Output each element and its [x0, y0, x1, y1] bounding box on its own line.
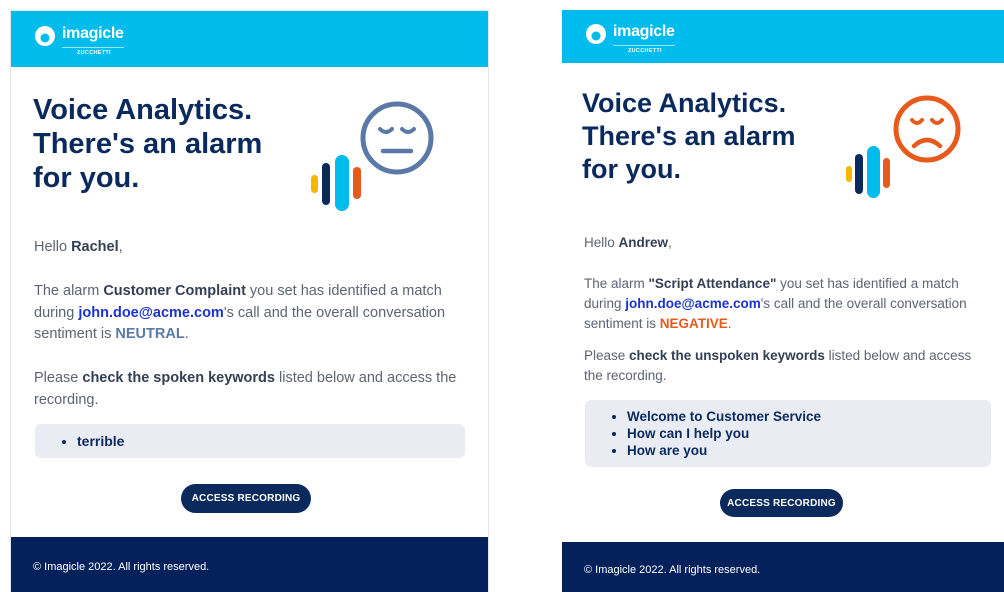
imagicle-logo[interactable]: imagicle ZUCCHETTI [586, 21, 706, 55]
keyword-item: terrible [77, 433, 465, 449]
email-card-neutral: imagicle ZUCCHETTI Voice Analytics. Ther… [10, 10, 489, 592]
alarm-name: "Script Attendance" [648, 276, 777, 291]
instruction-paragraph: Please check the spoken keywords listed … [34, 370, 457, 408]
copyright-text: © Imagicle 2022. All rights reserved. [584, 564, 761, 576]
sad-face-icon [893, 95, 961, 163]
brand-sub: ZUCCHETTI [77, 50, 111, 56]
alarm-paragraph: The alarm Customer Complaint you set has… [34, 283, 446, 342]
brand-name: imagicle [62, 25, 124, 42]
user-name: Andrew [618, 235, 669, 250]
alarm-paragraph: The alarm "Script Attendance" you set ha… [584, 276, 967, 331]
instruction-paragraph: Please check the unspoken keywords liste… [584, 348, 972, 383]
email-header: imagicle ZUCCHETTI [562, 10, 1004, 63]
email-headline: Voice Analytics. There's an alarm for yo… [582, 88, 796, 184]
voice-sentiment-illustration [846, 95, 961, 198]
caller-email-link[interactable]: john.doe@acme.com [625, 296, 760, 311]
neutral-face-icon [360, 101, 434, 175]
logo-divider [62, 47, 124, 48]
instruction-bold: check the spoken keywords [82, 370, 275, 386]
instruction-bold: check the unspoken keywords [629, 348, 825, 363]
sentiment-badge: NEGATIVE [659, 316, 728, 331]
alarm-name: Customer Complaint [103, 283, 246, 299]
voice-sentiment-illustration [311, 101, 434, 211]
keywords-box: Welcome to Customer Service How can I he… [585, 400, 991, 467]
brand-sub: ZUCCHETTI [628, 48, 662, 54]
email-headline: Voice Analytics. There's an alarm for yo… [33, 94, 263, 194]
email-footer: © Imagicle 2022. All rights reserved. [562, 542, 1004, 592]
user-name: Rachel [71, 239, 119, 255]
access-recording-button[interactable]: ACCESS RECORDING [720, 489, 843, 517]
imagicle-logo[interactable]: imagicle ZUCCHETTI [35, 23, 155, 57]
email-header: imagicle ZUCCHETTI [11, 11, 488, 67]
keyword-item: Welcome to Customer Service [627, 408, 991, 425]
email-footer: © Imagicle 2022. All rights reserved. [11, 537, 488, 592]
logo-divider [613, 45, 675, 46]
greeting: Hello Andrew, [584, 235, 672, 250]
sentiment-badge: NEUTRAL [115, 326, 185, 342]
caller-email-link[interactable]: john.doe@acme.com [78, 305, 223, 321]
keywords-box: terrible [35, 424, 465, 458]
imagicle-logo-icon [35, 26, 55, 46]
brand-name: imagicle [613, 23, 675, 40]
sound-wave-icon [846, 146, 890, 198]
keyword-item: How are you [627, 442, 991, 459]
email-card-negative: imagicle ZUCCHETTI Voice Analytics. Ther… [562, 10, 1004, 592]
keyword-item: How can I help you [627, 425, 991, 442]
imagicle-logo-icon [586, 24, 606, 44]
greeting: Hello Rachel, [34, 239, 123, 255]
sound-wave-icon [311, 155, 361, 211]
copyright-text: © Imagicle 2022. All rights reserved. [33, 561, 210, 573]
access-recording-button[interactable]: ACCESS RECORDING [181, 484, 311, 513]
